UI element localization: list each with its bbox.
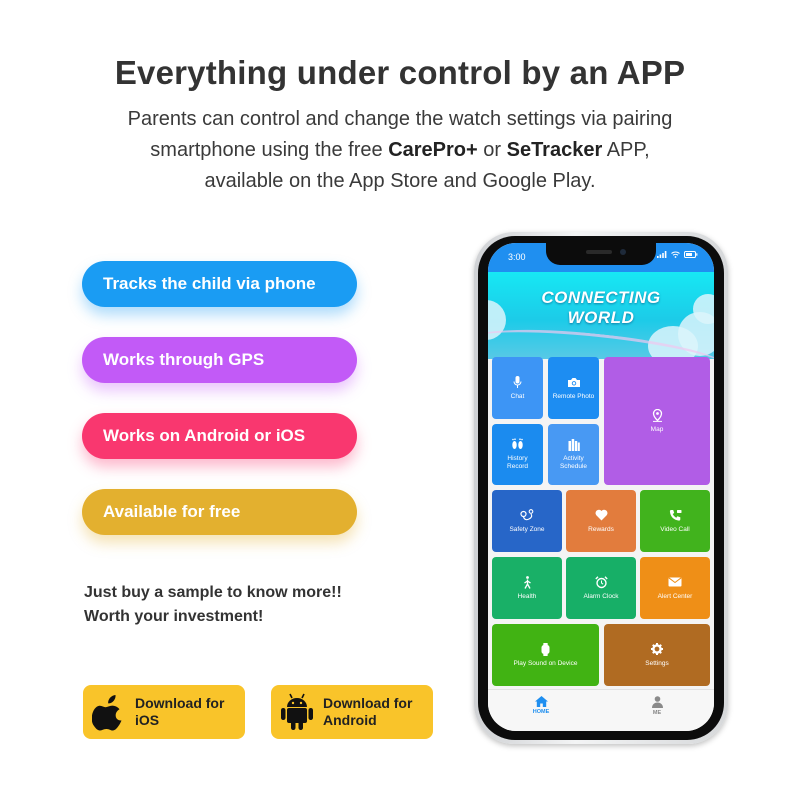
tile-label: Safety Zone (509, 525, 545, 533)
video-call-icon (669, 509, 682, 522)
text-segment: smartphone using the free (150, 139, 389, 161)
description: Parents can control and change the watch… (0, 104, 800, 197)
battery-icon (684, 251, 698, 258)
tile-label: Remote Photo (552, 392, 595, 400)
envelope-icon (668, 576, 682, 589)
person-icon (627, 696, 687, 710)
tile-label: Rewards (588, 525, 614, 533)
tab-me[interactable]: ME (627, 696, 687, 716)
alarm-clock-icon (594, 575, 608, 589)
tile-label: Map (650, 425, 664, 433)
cta-line-2: Worth your investment! (84, 608, 264, 625)
tile-play-sound[interactable]: Play Sound on Device (492, 624, 599, 686)
wifi-icon (671, 251, 680, 258)
download-ios-button[interactable]: Download for iOS (83, 685, 245, 739)
label-line: iOS (135, 712, 160, 728)
setracker-app-name: SeTracker (506, 139, 603, 161)
tile-label: Chat (510, 392, 525, 400)
text-segment: or (477, 139, 507, 161)
apple-icon (83, 685, 135, 739)
status-time: 3:00 (508, 252, 526, 262)
walking-icon (523, 575, 532, 589)
label-line: Download for (135, 695, 225, 711)
front-camera (620, 249, 626, 255)
page-headline: Everything under control by an APP (114, 54, 686, 91)
download-ios-label: Download for iOS (135, 695, 224, 729)
gear-icon (651, 643, 663, 656)
tile-label: Alert Center (657, 592, 693, 600)
feature-pill-gps: Works through GPS (82, 337, 357, 383)
feature-pill-free: Available for free (82, 489, 357, 535)
description-line-2: smartphone using the free CarePro+ or Se… (0, 135, 800, 166)
cta-line-1: Just buy a sample to know more!! (84, 584, 342, 601)
tile-chat[interactable]: Chat (492, 357, 543, 419)
heart-icon (595, 509, 608, 522)
download-android-label: Download for Android (323, 695, 412, 729)
tile-remote-photo[interactable]: Remote Photo (548, 357, 599, 419)
tile-label: Record (507, 463, 528, 470)
description-line-3: available on the App Store and Google Pl… (204, 170, 596, 192)
feature-pill-tracking: Tracks the child via phone (82, 261, 357, 307)
microphone-icon (513, 375, 522, 389)
label-line: Android (323, 712, 377, 728)
bottom-tab-bar: HOME ME (488, 689, 714, 731)
tile-label: Play Sound on Device (513, 659, 578, 667)
speaker-grille (586, 250, 612, 254)
phone-mockup: CONNECTING WORLD 3:00 Chat Remote Photo (474, 232, 728, 744)
tab-label: ME (652, 710, 662, 716)
tile-history-record[interactable]: History Record (492, 424, 543, 485)
tile-label: Activity (563, 455, 584, 462)
carepro-app-name: CarePro+ (388, 139, 478, 161)
route-icon (520, 508, 534, 522)
tile-video-call[interactable]: Video Call (640, 490, 710, 552)
tile-label: Schedule (559, 463, 588, 470)
books-icon (568, 438, 580, 451)
tile-label: Health (517, 592, 537, 600)
tile-label: History (507, 455, 528, 462)
tile-label: Settings (645, 659, 669, 667)
text-segment: APP, (602, 139, 650, 161)
phone-screen: CONNECTING WORLD 3:00 Chat Remote Photo (488, 243, 714, 731)
tile-label: Video Call (660, 525, 690, 533)
app-banner: CONNECTING WORLD (488, 272, 714, 359)
call-to-action: Just buy a sample to know more!! Worth y… (84, 581, 342, 629)
tab-label: HOME (532, 709, 550, 715)
tile-label: Alarm Clock (583, 592, 619, 600)
map-pin-icon (652, 408, 663, 422)
footprints-icon (511, 438, 524, 451)
tab-home[interactable]: HOME (511, 696, 571, 715)
tile-settings[interactable]: Settings (604, 624, 710, 686)
banner-title: CONNECTING WORLD (488, 288, 714, 328)
banner-title-line: WORLD (567, 308, 635, 327)
tile-health[interactable]: Health (492, 557, 562, 619)
tile-alarm-clock[interactable]: Alarm Clock (566, 557, 636, 619)
tile-rewards[interactable]: Rewards (566, 490, 636, 552)
tile-alert-center[interactable]: Alert Center (640, 557, 710, 619)
signal-icon (657, 251, 667, 258)
feature-pill-platforms: Works on Android or iOS (82, 413, 357, 459)
status-icons (657, 251, 698, 258)
tile-activity-schedule[interactable]: Activity Schedule (548, 424, 599, 485)
download-android-button[interactable]: Download for Android (271, 685, 433, 739)
camera-icon (567, 376, 581, 389)
home-icon (511, 696, 571, 709)
android-icon (271, 685, 323, 739)
banner-title-line: CONNECTING (541, 288, 661, 307)
description-line-1: Parents can control and change the watch… (127, 108, 673, 130)
tile-safety-zone[interactable]: Safety Zone (492, 490, 562, 552)
phone-notch (546, 243, 656, 265)
label-line: Download for (323, 695, 413, 711)
watch-icon (541, 642, 550, 656)
tile-map[interactable]: Map (604, 357, 710, 485)
